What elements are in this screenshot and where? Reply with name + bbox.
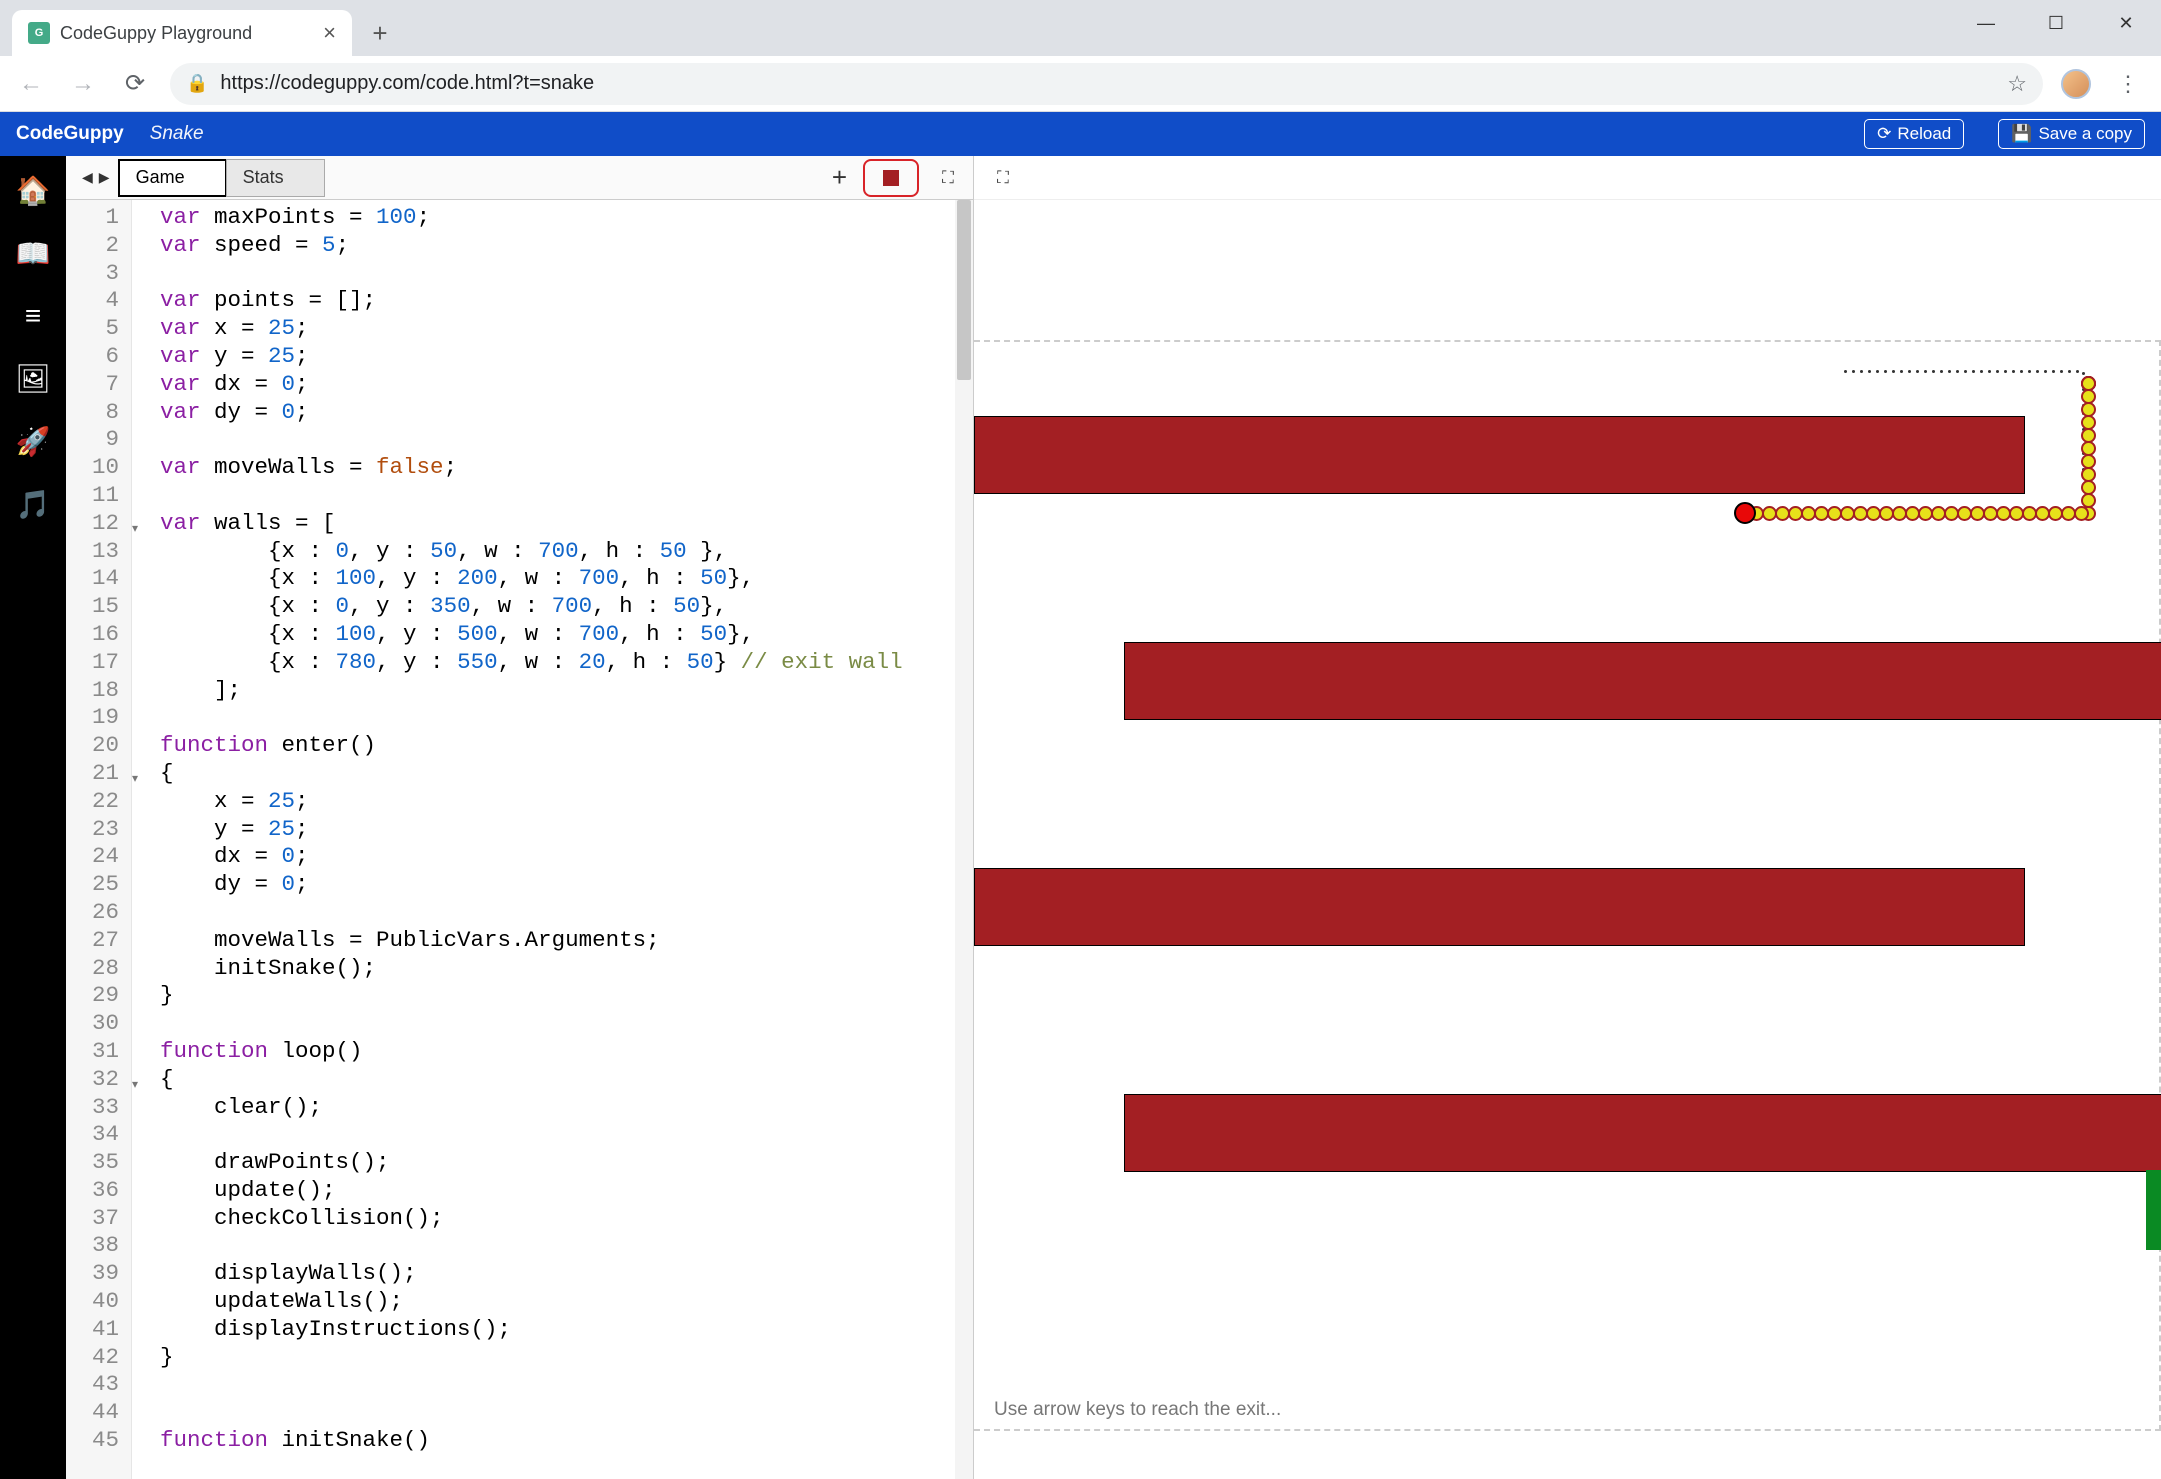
maximize-button[interactable]: ☐	[2021, 0, 2091, 46]
tab-game[interactable]: Game	[118, 159, 227, 197]
close-window-button[interactable]: ✕	[2091, 0, 2161, 46]
tab-stats[interactable]: Stats	[226, 159, 325, 197]
app-sidebar: 🏠 📖 ≡ 🖼 🚀 🎵	[0, 156, 66, 1479]
app-header: CodeGuppy Snake ⟳ Reload 💾 Save a copy	[0, 112, 2161, 156]
music-icon[interactable]: 🎵	[16, 488, 51, 521]
stop-button[interactable]	[863, 159, 919, 197]
wall-4	[1124, 1094, 2161, 1172]
profile-avatar[interactable]	[2061, 69, 2091, 99]
bookmark-icon[interactable]: ☆	[2007, 71, 2027, 97]
omnibox[interactable]: 🔒 https://codeguppy.com/code.html?t=snak…	[170, 63, 2043, 105]
chrome-menu-icon[interactable]: ⋮	[2109, 71, 2147, 97]
tab-prev-icon[interactable]: ◀	[80, 167, 95, 188]
instructions-text: Use arrow keys to reach the exit...	[994, 1399, 1281, 1421]
book-icon[interactable]: 📖	[16, 237, 51, 270]
back-button[interactable]: ←	[14, 67, 48, 101]
close-tab-icon[interactable]: ×	[323, 20, 336, 46]
reload-icon: ⟳	[1877, 124, 1891, 144]
url-text: https://codeguppy.com/code.html?t=snake	[220, 72, 594, 95]
game-canvas[interactable]: Use arrow keys to reach the exit...	[974, 200, 2161, 1479]
window-controls: — ☐ ✕	[1951, 0, 2161, 46]
save-icon: 💾	[2011, 124, 2032, 144]
save-label: Save a copy	[2038, 124, 2132, 144]
brand-label[interactable]: CodeGuppy	[16, 123, 124, 145]
editor-tabbar: ◀ ▶ Game Stats + ⛶	[66, 156, 973, 200]
browser-tab[interactable]: G CodeGuppy Playground ×	[12, 10, 352, 56]
reload-label: Reload	[1897, 124, 1951, 144]
home-icon[interactable]: 🏠	[16, 174, 51, 207]
stop-icon	[883, 170, 899, 186]
code-content[interactable]: var maxPoints = 100; var speed = 5; var …	[132, 200, 903, 1479]
fullscreen-preview-icon[interactable]: ⛶	[988, 163, 1018, 193]
project-name: Snake	[150, 123, 204, 145]
menu-icon[interactable]: ≡	[25, 300, 41, 332]
editor-scrollbar[interactable]	[955, 200, 973, 1479]
browser-titlebar: G CodeGuppy Playground × + — ☐ ✕	[0, 0, 2161, 56]
rocket-icon[interactable]: 🚀	[16, 425, 51, 458]
fullscreen-editor-icon[interactable]: ⛶	[933, 163, 963, 193]
lock-icon: 🔒	[186, 73, 208, 94]
snake-head	[1734, 502, 1756, 524]
tab-next-icon[interactable]: ▶	[97, 167, 112, 188]
exit-wall	[2146, 1170, 2161, 1250]
minimize-button[interactable]: —	[1951, 0, 2021, 46]
favicon-icon: G	[28, 22, 50, 44]
tab-title: CodeGuppy Playground	[60, 23, 252, 44]
tab-game-label: Game	[136, 167, 185, 188]
line-gutter: 1234567891011121314151617181920212223242…	[66, 200, 132, 1479]
editor-pane: ◀ ▶ Game Stats + ⛶ 123456789101112131415…	[66, 156, 974, 1479]
wall-2	[1124, 642, 2161, 720]
new-tab-button[interactable]: +	[360, 13, 400, 53]
image-icon[interactable]: 🖼	[15, 362, 51, 395]
preview-toolbar: ⛶	[974, 156, 2161, 200]
address-bar: ← → ⟳ 🔒 https://codeguppy.com/code.html?…	[0, 56, 2161, 112]
code-editor[interactable]: 1234567891011121314151617181920212223242…	[66, 200, 973, 1479]
wall-1	[974, 416, 2025, 494]
forward-button[interactable]: →	[66, 67, 100, 101]
reload-button[interactable]: ⟳	[118, 67, 152, 101]
scrollbar-thumb[interactable]	[957, 200, 971, 380]
preview-pane: ⛶ Use arrow keys to reach the exit...	[974, 156, 2161, 1479]
save-copy-button[interactable]: 💾 Save a copy	[1998, 119, 2145, 149]
add-tab-button[interactable]: +	[832, 162, 847, 193]
reload-project-button[interactable]: ⟳ Reload	[1864, 119, 1964, 149]
tab-stats-label: Stats	[243, 167, 284, 188]
wall-3	[974, 868, 2025, 946]
